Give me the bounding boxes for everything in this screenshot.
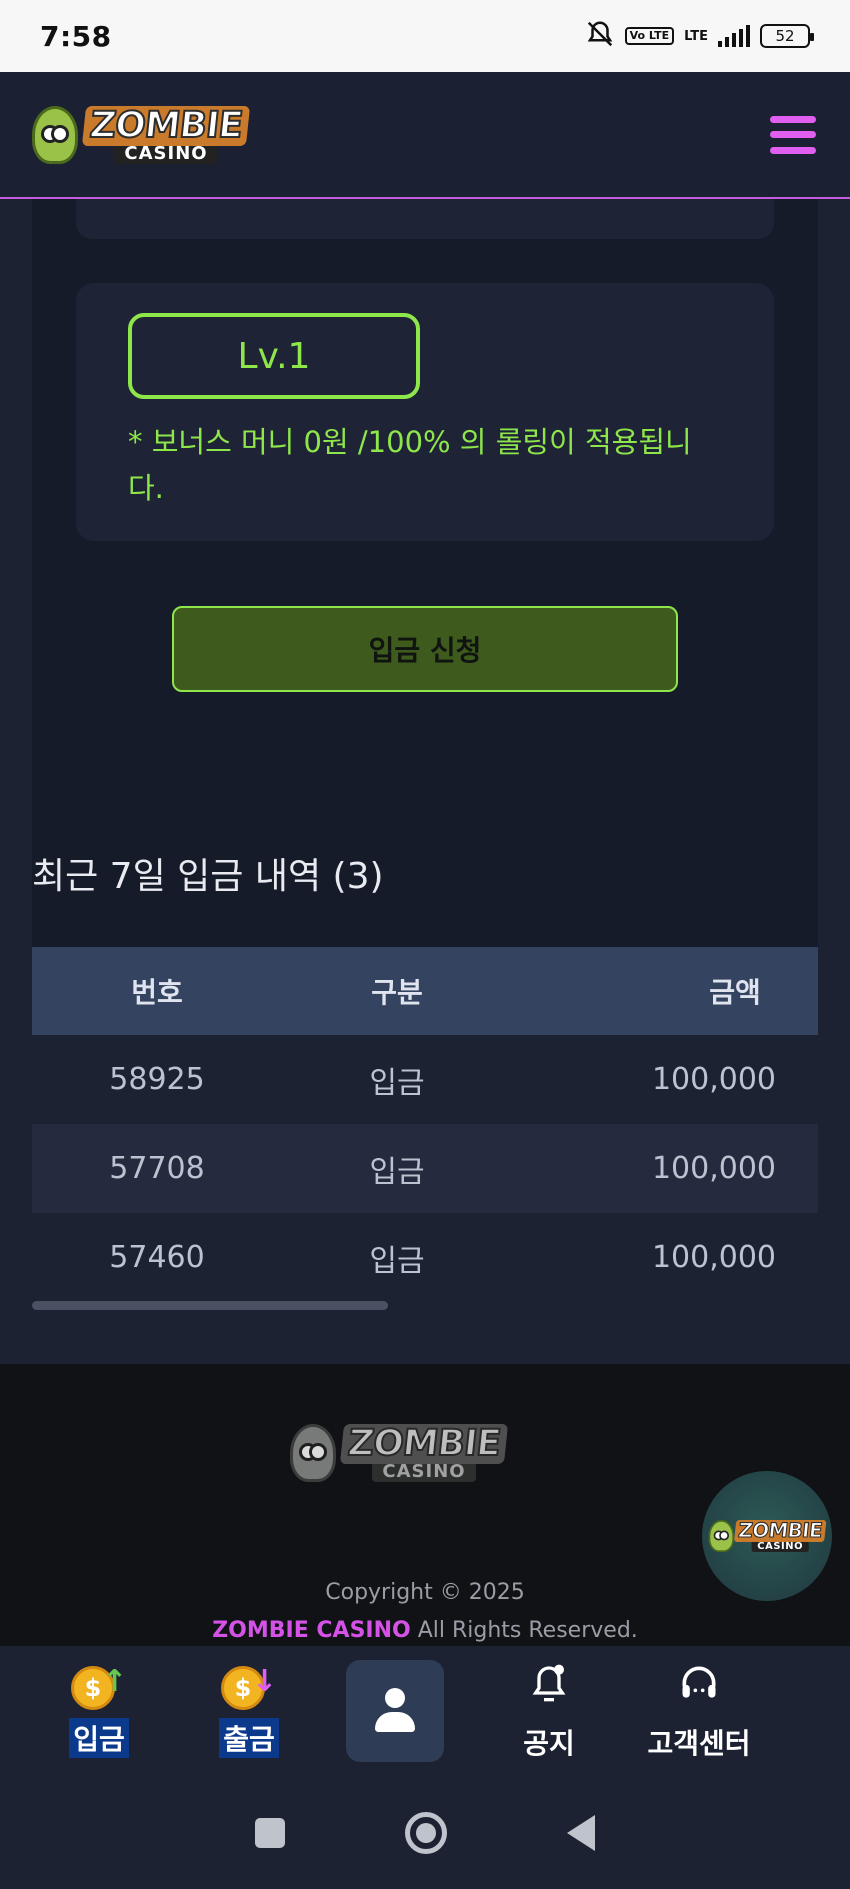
- footer-logo-sub: CASINO: [372, 1462, 476, 1482]
- signal-icon: [718, 25, 750, 47]
- zombie-casino-logo[interactable]: ZOMBIE CASINO: [32, 104, 251, 164]
- row-number: 57708: [109, 1151, 205, 1186]
- network-type: LTE: [684, 28, 708, 44]
- row-type: 입금: [369, 1065, 425, 1101]
- bonus-level-panel: Lv.1 * 보너스 머니 0원 /100% 의 롤링이 적용됩니다.: [76, 283, 774, 541]
- logo-main-text: ZOMBIE: [81, 104, 251, 147]
- deposit-coin-icon: $ ↑: [71, 1664, 127, 1712]
- deposit-history-table: 번호 구분 금액 58925 입금 100,000 57708 입금 100,0…: [32, 947, 818, 1302]
- row-number: 58925: [109, 1062, 205, 1097]
- nav-support-label: 고객센터: [647, 1726, 751, 1760]
- floating-logo-button[interactable]: ZOMBIE CASINO: [702, 1471, 832, 1601]
- nav-notice-label: 공지: [523, 1726, 575, 1760]
- main-content: Lv.1 * 보너스 머니 0원 /100% 의 롤링이 적용됩니다. 입금 신…: [0, 159, 850, 1364]
- column-header-type: 구분: [371, 976, 423, 1009]
- copyright-text: Copyright © 2025 ZOMBIE CASINO All Right…: [0, 1574, 850, 1650]
- table-header: 번호 구분 금액: [32, 947, 818, 1035]
- table-horizontal-scrollbar[interactable]: [32, 1301, 388, 1310]
- copyright-brand: ZOMBIE CASINO: [212, 1618, 411, 1643]
- nav-deposit[interactable]: $ ↑ 입금: [24, 1664, 174, 1758]
- recent-apps-icon[interactable]: [255, 1817, 285, 1848]
- home-icon[interactable]: [405, 1811, 447, 1854]
- nav-support[interactable]: 고객센터: [624, 1661, 774, 1762]
- copyright-rights: All Rights Reserved.: [410, 1618, 638, 1643]
- level-badge: Lv.1: [128, 313, 420, 399]
- row-amount: 100,000: [651, 1151, 776, 1186]
- footer-logo: ZOMBIE CASINO: [290, 1422, 509, 1482]
- float-logo-sub: CASINO: [751, 1540, 809, 1552]
- row-type: 입금: [369, 1243, 425, 1279]
- person-icon: [375, 1688, 415, 1734]
- table-row: 58925 입금 100,000: [32, 1035, 818, 1124]
- table-row: 57460 입금 100,000: [32, 1213, 818, 1302]
- headset-icon: [677, 1661, 721, 1716]
- hamburger-menu-icon[interactable]: [770, 115, 816, 154]
- row-type: 입금: [369, 1154, 425, 1190]
- withdraw-coin-icon: $ ↓: [221, 1664, 277, 1712]
- nav-deposit-label: 입금: [69, 1718, 129, 1758]
- footer-logo-main: ZOMBIE: [339, 1422, 509, 1465]
- nav-notice[interactable]: 공지: [474, 1661, 624, 1762]
- status-bar: 7:58 Vo LTE LTE 52: [0, 0, 850, 72]
- battery-level: 52: [775, 27, 795, 45]
- table-row: 57708 입금 100,000: [32, 1124, 818, 1213]
- mute-bell-icon: [585, 19, 615, 53]
- zombie-mascot-icon: [290, 1424, 336, 1482]
- bottom-nav: $ ↑ 입금 $ ↓ 출금 공지 고객센터: [0, 1646, 850, 1776]
- deposit-request-button[interactable]: 입금 신청: [172, 606, 678, 692]
- status-time: 7:58: [40, 19, 112, 53]
- zombie-mascot-icon: [32, 105, 78, 164]
- nav-withdraw-label: 출금: [219, 1718, 279, 1758]
- nav-withdraw[interactable]: $ ↓ 출금: [174, 1664, 324, 1758]
- status-icons: Vo LTE LTE 52: [585, 19, 814, 53]
- column-header-number: 번호: [131, 976, 183, 1009]
- column-header-amount: 금액: [709, 976, 761, 1009]
- rolling-note: * 보너스 머니 0원 /100% 의 롤링이 적용됩니다.: [128, 425, 692, 505]
- battery-icon: 52: [760, 24, 814, 48]
- app-header: ZOMBIE CASINO: [0, 72, 850, 199]
- system-nav-bar: [0, 1776, 850, 1889]
- row-amount: 100,000: [651, 1240, 776, 1275]
- previous-panel: [76, 199, 774, 239]
- row-number: 57460: [109, 1240, 205, 1275]
- history-title: 최근 7일 입금 내역 (3): [32, 856, 384, 897]
- zombie-mascot-icon: [708, 1520, 735, 1552]
- volte-badge: Vo LTE: [624, 27, 675, 45]
- back-icon[interactable]: [567, 1814, 595, 1851]
- bell-icon: [529, 1661, 569, 1716]
- nav-mypage-button[interactable]: [346, 1660, 444, 1762]
- logo-sub-text: CASINO: [114, 143, 218, 164]
- row-amount: 100,000: [651, 1062, 776, 1097]
- float-logo-main: ZOMBIE: [733, 1519, 827, 1543]
